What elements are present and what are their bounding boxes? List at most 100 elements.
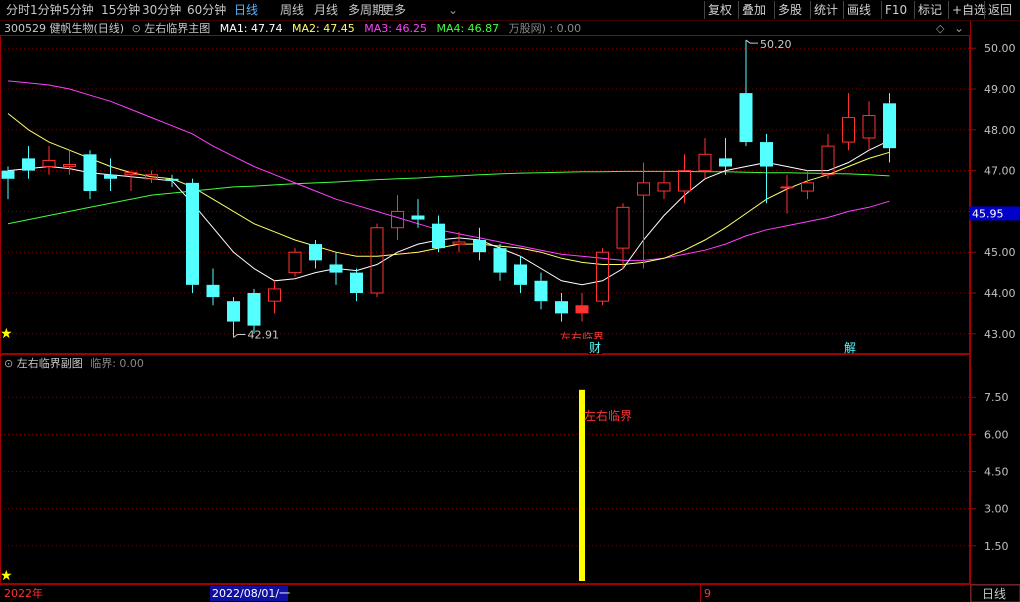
candle[interactable] [411, 199, 425, 228]
diamond-icon[interactable]: ◇ [936, 22, 944, 36]
signal-label: 左右临界 [584, 408, 632, 423]
toolbar-button-4[interactable]: 画线 [843, 1, 874, 19]
candle[interactable] [83, 150, 97, 200]
candle-body [657, 182, 671, 192]
candle-body [698, 153, 712, 172]
kline-chart[interactable]: 50.0049.0048.0047.0046.0045.0044.0043.00… [0, 0, 1020, 602]
sub-title[interactable]: 左右临界副图 [17, 357, 83, 370]
price-tick: 50.00 [984, 42, 1016, 55]
candle[interactable] [678, 154, 691, 204]
candle[interactable] [657, 170, 671, 200]
candle[interactable] [288, 248, 302, 277]
star-icon[interactable]: ★ [0, 327, 13, 341]
candle-body [104, 174, 117, 179]
sub-tick-label: 7.50 [984, 391, 1009, 404]
candle[interactable] [862, 101, 876, 151]
candle[interactable] [22, 146, 35, 179]
candle-body [370, 227, 384, 294]
candle[interactable] [1, 166, 15, 200]
more-dropdown-icon[interactable]: ⌄ [448, 2, 458, 18]
period-3[interactable]: 15分钟 [101, 2, 140, 18]
candle[interactable] [616, 203, 630, 269]
candle-body [227, 301, 240, 322]
high-price-label: 50.20 [760, 38, 792, 51]
chevron-down-icon[interactable]: ⌄ [954, 21, 964, 35]
candle[interactable] [637, 162, 650, 269]
candle-body [739, 93, 753, 143]
candle[interactable] [821, 133, 835, 179]
bottom-marker: 9 [704, 587, 711, 600]
candle-body [575, 305, 589, 314]
toolbar-button-3[interactable]: 统计 [810, 1, 841, 19]
date-label: 2022/08/01/一 [212, 587, 290, 600]
candle[interactable] [227, 297, 240, 338]
period-10[interactable]: 更多 [382, 2, 406, 18]
toolbar-button-1[interactable]: 叠加 [738, 1, 769, 19]
candle-body [555, 301, 568, 314]
candle[interactable] [575, 293, 589, 322]
candle[interactable] [698, 137, 712, 179]
candle[interactable] [206, 268, 220, 306]
period-1[interactable]: 1分钟 [30, 2, 62, 18]
candle[interactable] [309, 239, 322, 269]
toolbar-button-7[interactable]: +自选 [948, 1, 989, 19]
toolbar-button-6[interactable]: 标记 [914, 1, 945, 19]
candle[interactable] [268, 280, 281, 314]
jie-marker: 解 [844, 341, 856, 355]
grid-lines [0, 20, 1020, 602]
candle[interactable] [370, 223, 384, 298]
candle[interactable] [760, 133, 773, 204]
candle[interactable] [801, 170, 814, 200]
candle[interactable] [432, 215, 445, 253]
sub-toggle-icon[interactable]: ⊙ [4, 357, 13, 370]
sub-tick-label: 1.50 [984, 540, 1009, 553]
candle[interactable] [555, 293, 568, 322]
candle[interactable] [104, 158, 117, 192]
period-8[interactable]: 月线 [314, 2, 338, 18]
toolbar-button-8[interactable]: 返回 [984, 1, 1015, 19]
candle-body [432, 223, 445, 249]
candle[interactable] [883, 93, 896, 163]
candle-body [760, 142, 773, 167]
candle-body [391, 210, 404, 229]
period-2[interactable]: 5分钟 [62, 2, 94, 18]
period-7[interactable]: 周线 [280, 2, 304, 18]
toolbar-button-2[interactable]: 多股 [774, 1, 805, 19]
candle[interactable] [473, 227, 486, 261]
period-6[interactable]: 日线 [234, 2, 258, 18]
sub-info-bar: ⊙ 左右临界副图 临界: 0.00 [4, 357, 144, 371]
period-9[interactable]: 多周期 [348, 2, 384, 18]
period-4[interactable]: 30分钟 [142, 2, 181, 18]
star-icon[interactable]: ★ [0, 569, 13, 583]
candle-body [22, 158, 35, 171]
candle[interactable] [596, 248, 609, 306]
sub-tick-label: 3.00 [984, 503, 1009, 516]
candle[interactable] [63, 150, 76, 175]
high-marker-line [745, 39, 758, 44]
candle[interactable] [514, 256, 527, 294]
extra-label: 万股网) : 0.00 [508, 22, 582, 35]
candle[interactable] [493, 244, 507, 281]
sub-tick-label: 4.50 [984, 466, 1009, 479]
indicator-toggle-icon[interactable]: ⊙ [132, 22, 141, 35]
price-tick: 45.00 [984, 246, 1016, 259]
toolbar-button-0[interactable]: 复权 [704, 1, 735, 19]
period-5[interactable]: 60分钟 [187, 2, 226, 18]
candle[interactable] [534, 272, 548, 310]
ma4-line [7, 170, 890, 225]
candle[interactable] [842, 93, 855, 151]
candle[interactable] [247, 288, 261, 334]
ma4-label: MA4: 46.87 [436, 22, 500, 35]
ma1-label: MA1: 47.74 [219, 22, 283, 35]
indicator-name[interactable]: 左右临界主图 [144, 22, 210, 35]
candle[interactable] [186, 178, 199, 294]
candle[interactable] [739, 40, 753, 147]
toolbar-button-5[interactable]: F10 [881, 1, 910, 19]
ma2-label: MA2: 47.45 [292, 22, 355, 35]
candle[interactable] [780, 174, 794, 214]
stock-label[interactable]: 300529 健帆生物(日线) [4, 22, 124, 35]
candle[interactable] [329, 252, 343, 285]
candle[interactable] [350, 268, 363, 302]
year-label: 2022年 [4, 586, 43, 600]
period-0[interactable]: 分时 [6, 2, 30, 18]
